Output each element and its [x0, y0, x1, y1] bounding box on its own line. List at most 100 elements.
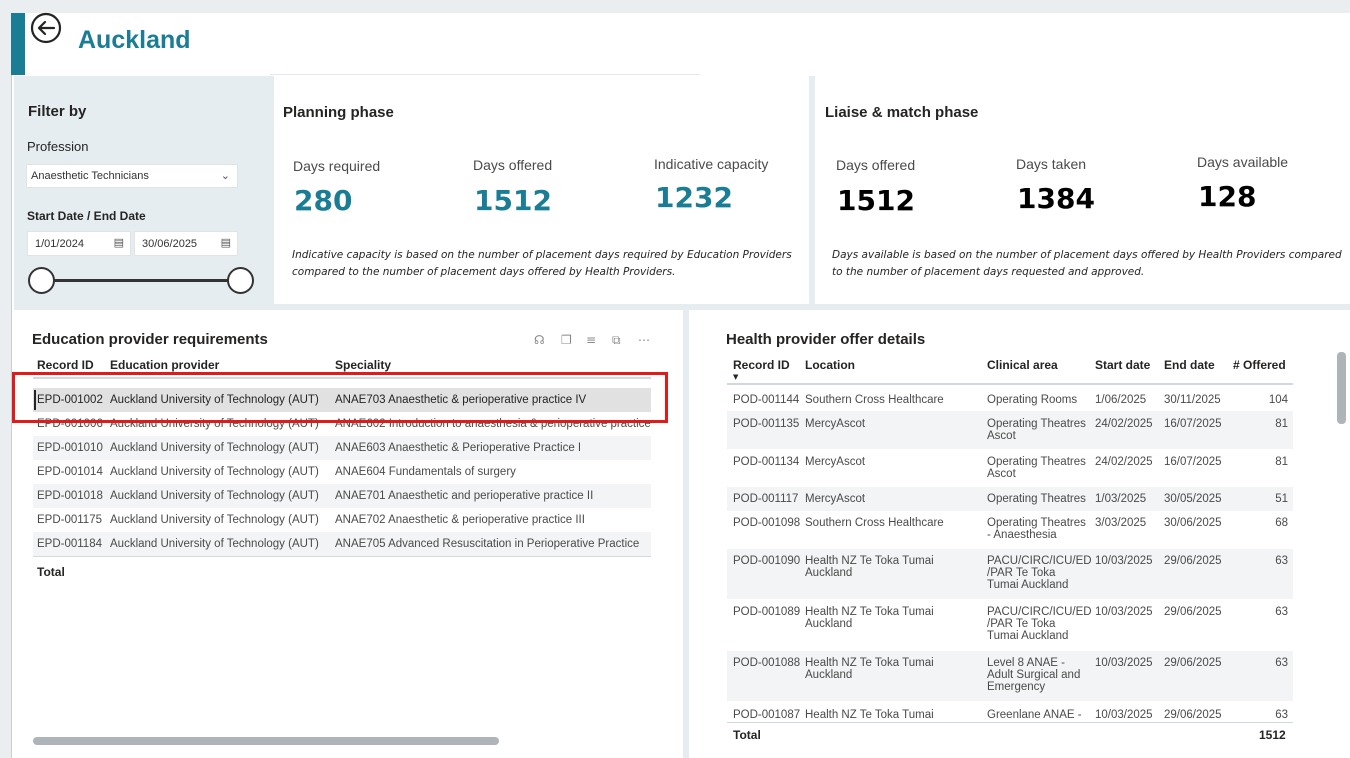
health-total-label: Total: [733, 728, 761, 742]
cell-offered: 104: [1268, 394, 1288, 406]
cell-offered: 81: [1275, 456, 1288, 468]
cell-location: Auckland: [805, 669, 853, 681]
focus-mode-icon[interactable]: ⧉: [612, 333, 621, 348]
column-header-clinical-area[interactable]: Clinical area: [987, 358, 1058, 372]
cell-clinical-area: Operating Rooms: [987, 394, 1078, 406]
planning-metric-label: Indicative capacity: [654, 156, 769, 172]
cell-location: MercyAscot: [805, 456, 866, 468]
cell-provider: Auckland University of Technology (AUT): [110, 514, 319, 526]
planning-metric-label: Days required: [293, 158, 381, 174]
cell-record-id: POD-001098: [733, 517, 801, 529]
planning-title: Planning phase: [283, 104, 394, 121]
cell-provider: Auckland University of Technology (AUT): [110, 490, 319, 502]
cell-record-id: POD-001090: [733, 555, 801, 567]
slider-end-handle[interactable]: [227, 267, 254, 294]
liaise-metric-label: Days offered: [836, 157, 916, 173]
cell-offered: 63: [1275, 657, 1288, 669]
cell-start-date: 10/03/2025: [1095, 709, 1153, 721]
health-total-value: 1512: [1259, 728, 1286, 742]
cell-start-date: 24/02/2025: [1095, 456, 1153, 468]
cell-provider: Auckland University of Technology (AUT): [110, 466, 319, 478]
total-rule: [727, 722, 1293, 723]
header-rule: [727, 383, 1293, 385]
card-separator: [809, 76, 815, 304]
days-offered-value: 1512: [474, 184, 552, 217]
filter-icon[interactable]: ≡: [586, 333, 596, 347]
column-header-record-id[interactable]: Record ID: [37, 358, 94, 372]
cell-location: MercyAscot: [805, 418, 866, 430]
cell-location: Southern Cross Healthcare: [805, 394, 944, 406]
date-range-slider-track[interactable]: [40, 279, 240, 282]
cell-speciality: ANAE702 Anaesthetic & perioperative prac…: [335, 514, 585, 526]
cell-speciality: ANAE604 Fundamentals of surgery: [335, 466, 516, 478]
days-required-value: 280: [294, 184, 353, 217]
cell-end-date: 30/05/2025: [1164, 493, 1222, 505]
liaise-metric-label: Days available: [1197, 154, 1289, 170]
section-separator: [14, 304, 1350, 310]
end-date-value: 30/06/2025: [142, 238, 198, 250]
pin-icon[interactable]: ☊: [534, 333, 545, 347]
horizontal-scrollbar[interactable]: [33, 737, 499, 745]
cell-record-id: POD-001117: [733, 493, 799, 505]
education-total-label: Total: [37, 565, 65, 579]
slider-start-handle[interactable]: [28, 267, 55, 294]
cell-record-id: POD-001144: [733, 394, 800, 406]
start-date-input[interactable]: 1/01/2024 ▤: [27, 231, 131, 256]
vertical-scrollbar[interactable]: [1337, 352, 1346, 424]
column-header-end-date[interactable]: End date: [1164, 358, 1215, 372]
indicative-capacity-value: 1232: [655, 181, 733, 214]
liaise-days-offered-value: 1512: [837, 184, 915, 217]
back-arrow-circle-icon[interactable]: [30, 12, 62, 44]
column-header-location[interactable]: Location: [805, 358, 855, 372]
column-header-record-id[interactable]: Record ID: [733, 358, 790, 372]
planning-metric-label: Days offered: [473, 157, 553, 173]
card-separator: [268, 76, 274, 304]
start-date-value: 1/01/2024: [35, 238, 84, 250]
sort-descending-icon[interactable]: ▼: [733, 373, 738, 381]
cell-record-id: EPD-001010: [37, 442, 103, 454]
liaise-metric-label: Days taken: [1016, 156, 1087, 172]
cell-clinical-area: Tumai Auckland: [987, 579, 1069, 591]
cell-end-date: 29/06/2025: [1164, 555, 1222, 567]
header-divider: [270, 74, 700, 75]
cell-record-id: EPD-001184: [37, 538, 102, 550]
cell-record-id: POD-001089: [733, 606, 801, 618]
cell-start-date: 1/03/2025: [1095, 493, 1147, 505]
filter-title: Filter by: [28, 103, 87, 120]
planning-note: Indicative capacity is based on the numb…: [292, 249, 792, 278]
cell-clinical-area: Ascot: [987, 468, 1016, 480]
days-taken-value: 1384: [1017, 182, 1095, 215]
chevron-down-icon: ⌄: [220, 169, 230, 182]
header-accent-bar: [11, 13, 25, 75]
health-table-title: Health provider offer details: [726, 331, 926, 348]
cell-end-date: 30/06/2025: [1164, 517, 1222, 529]
days-available-value: 128: [1198, 180, 1257, 213]
end-date-input[interactable]: 30/06/2025 ▤: [134, 231, 238, 256]
column-header-offered[interactable]: # Offered: [1233, 358, 1286, 372]
cell-offered: 63: [1275, 606, 1288, 618]
page-title: Auckland: [78, 26, 191, 54]
profession-dropdown[interactable]: Anaesthetic Technicians ⌄: [26, 164, 238, 188]
calendar-icon[interactable]: ▤: [221, 236, 231, 249]
cell-location: Auckland: [805, 618, 853, 630]
cell-record-id: POD-001087: [733, 709, 801, 721]
column-header-speciality[interactable]: Speciality: [335, 358, 391, 372]
education-table-title: Education provider requirements: [32, 331, 268, 348]
copy-icon[interactable]: ❐: [561, 333, 572, 347]
cell-speciality: ANAE705 Advanced Resuscitation in Periop…: [335, 538, 640, 550]
calendar-icon[interactable]: ▤: [114, 236, 124, 249]
more-options-icon[interactable]: ⋯: [638, 333, 650, 347]
column-header-education-provider[interactable]: Education provider: [110, 358, 219, 372]
total-rule: [33, 556, 651, 557]
profession-value: Anaesthetic Technicians: [31, 170, 149, 182]
cell-clinical-area: Emergency: [987, 681, 1046, 693]
date-range-label: Start Date / End Date: [27, 209, 146, 223]
cell-record-id: EPD-001014: [37, 466, 103, 478]
cell-start-date: 3/03/2025: [1095, 517, 1147, 529]
cell-speciality: ANAE701 Anaesthetic and perioperative pr…: [335, 490, 594, 502]
column-header-start-date[interactable]: Start date: [1095, 358, 1150, 372]
cell-location: Southern Cross Healthcare: [805, 517, 944, 529]
cell-end-date: 16/07/2025: [1164, 456, 1222, 468]
cell-record-id: POD-001135: [733, 418, 800, 430]
cell-offered: 68: [1275, 517, 1288, 529]
